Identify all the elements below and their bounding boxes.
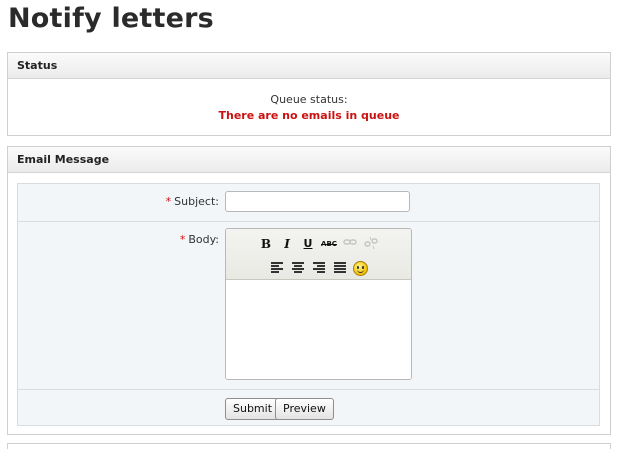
- next-panel-edge: [7, 443, 611, 449]
- email-message-panel: Email Message * Subject: * Body: B I U ABC: [7, 146, 611, 435]
- body-editor: B I U ABC: [225, 228, 412, 380]
- link-icon[interactable]: [340, 236, 361, 252]
- subject-label: * Subject:: [166, 195, 219, 208]
- button-row: Submit Preview: [18, 390, 599, 426]
- align-center-icon[interactable]: [287, 260, 308, 276]
- body-label: * Body:: [180, 233, 219, 246]
- page-title: Notify letters: [8, 3, 214, 34]
- status-body: Queue status: There are no emails in que…: [8, 79, 610, 124]
- body-label-text: Body:: [188, 233, 219, 246]
- body-row: * Body: B I U ABC: [18, 222, 599, 390]
- email-form: * Subject: * Body: B I U ABC Submit Prev…: [17, 183, 600, 426]
- preview-button[interactable]: Preview: [275, 398, 334, 420]
- align-right-icon[interactable]: [308, 260, 329, 276]
- body-textarea[interactable]: [226, 280, 411, 379]
- smiley-icon[interactable]: [350, 260, 371, 276]
- required-marker: *: [179, 233, 186, 246]
- italic-button[interactable]: I: [277, 236, 298, 252]
- underline-button[interactable]: U: [298, 236, 319, 252]
- required-marker: *: [165, 195, 172, 208]
- status-panel: Status Queue status: There are no emails…: [7, 52, 611, 136]
- editor-toolbar: B I U ABC: [226, 229, 411, 280]
- status-header: Status: [8, 53, 610, 79]
- queue-status-label: Queue status:: [270, 93, 348, 106]
- align-left-icon[interactable]: [266, 260, 287, 276]
- submit-button[interactable]: Submit: [225, 398, 281, 420]
- unlink-icon[interactable]: [361, 236, 382, 252]
- email-message-header: Email Message: [8, 147, 610, 173]
- bold-button[interactable]: B: [256, 236, 277, 252]
- subject-row: * Subject:: [18, 184, 599, 222]
- queue-status-message: There are no emails in queue: [218, 109, 400, 122]
- subject-label-text: Subject:: [174, 195, 219, 208]
- subject-input[interactable]: [225, 191, 410, 212]
- toolbar-row-align: [226, 260, 411, 276]
- strikethrough-button[interactable]: ABC: [319, 236, 340, 252]
- toolbar-row-format: B I U ABC: [226, 236, 411, 252]
- justify-icon[interactable]: [329, 260, 350, 276]
